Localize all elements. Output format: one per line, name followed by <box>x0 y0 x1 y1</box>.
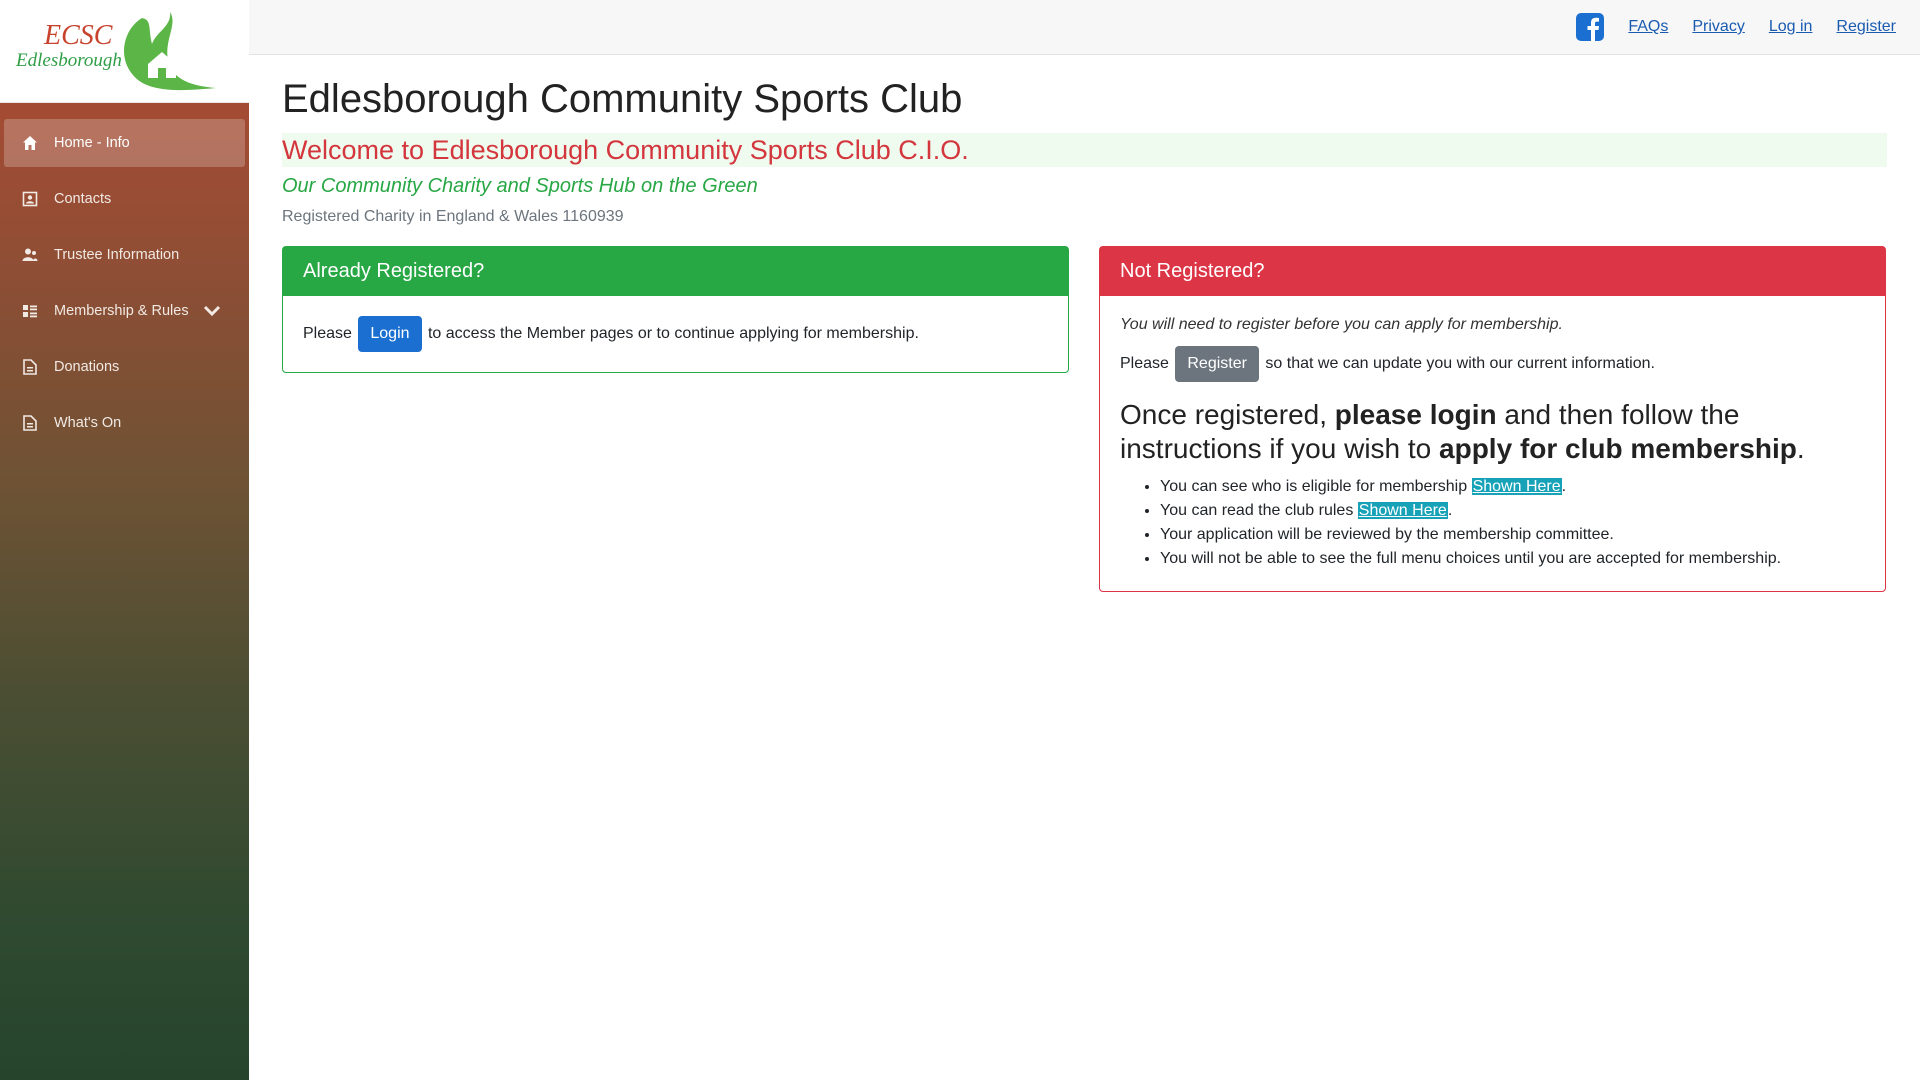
register-button[interactable]: Register <box>1175 346 1259 382</box>
contacts-icon <box>20 189 40 209</box>
text: Please <box>303 325 352 343</box>
facebook-icon[interactable] <box>1576 13 1605 41</box>
document-icon <box>20 413 40 433</box>
sidebar-item-label: Home - Info <box>54 135 130 151</box>
list-item: You will not be able to see the full men… <box>1160 547 1865 571</box>
sidebar-item-trustee[interactable]: Trustee Information <box>4 231 245 279</box>
logo-text-edlesborough: Edlesborough <box>16 50 122 71</box>
sidebar-item-label: Trustee Information <box>54 247 180 263</box>
tagline: Our Community Charity and Sports Hub on … <box>282 175 758 197</box>
text: so that we can update you with our curre… <box>1265 355 1655 373</box>
users-icon <box>20 245 40 265</box>
text: You can see who is eligible for membersh… <box>1160 478 1472 496</box>
register-note: You will need to register before you can… <box>1120 316 1563 333</box>
card-header: Already Registered? <box>283 247 1068 296</box>
sidebar-nav: Home - Info Contacts Trustee Information… <box>0 103 249 447</box>
sidebar-item-membership[interactable]: Membership & Rules <box>4 287 245 335</box>
list-icon <box>20 301 40 321</box>
text-bold: apply for club membership <box>1439 432 1797 464</box>
list-item: Your application will be reviewed by the… <box>1160 523 1865 547</box>
sidebar-item-label: Contacts <box>54 191 112 207</box>
card-header: Not Registered? <box>1100 247 1885 296</box>
page-title: Edlesborough Community Sports Club <box>282 77 963 121</box>
document-icon <box>20 357 40 377</box>
sidebar-item-donations[interactable]: Donations <box>4 343 245 391</box>
register-link[interactable]: Register <box>1836 18 1896 36</box>
text: Please <box>1120 355 1169 373</box>
leaf-house-icon <box>124 12 216 91</box>
logo[interactable]: ECSC Edlesborough <box>0 0 249 103</box>
not-registered-card: Not Registered? You will need to registe… <box>1099 246 1886 593</box>
main-content: Edlesborough Community Sports Club Welco… <box>282 55 1887 593</box>
list-item: You can see who is eligible for membersh… <box>1160 475 1865 499</box>
instructions-heading: Once registered, please login and then f… <box>1120 398 1865 465</box>
login-button[interactable]: Login <box>358 316 422 352</box>
privacy-link[interactable]: Privacy <box>1692 18 1744 36</box>
text: to access the Member pages or to continu… <box>427 325 919 343</box>
register-line: Please Register so that we can update yo… <box>1120 346 1865 382</box>
already-registered-card: Already Registered? Please Login to acce… <box>282 246 1069 373</box>
card-body: You will need to register before you can… <box>1100 296 1885 591</box>
login-link[interactable]: Log in <box>1769 18 1813 36</box>
info-list: You can see who is eligible for membersh… <box>1160 475 1865 571</box>
text: You can read the club rules <box>1160 502 1358 520</box>
text: . <box>1447 502 1453 520</box>
eligibility-link[interactable]: Shown Here <box>1471 478 1562 496</box>
sidebar-item-label: Donations <box>54 359 120 375</box>
list-item: You can read the club rules Shown Here. <box>1160 499 1865 523</box>
sidebar-item-home[interactable]: Home - Info <box>4 119 245 167</box>
top-nav: FAQs Privacy Log in Register <box>249 0 1920 55</box>
club-rules-link[interactable]: Shown Here <box>1357 502 1448 520</box>
text: . <box>1561 478 1567 496</box>
charity-number: Registered Charity in England & Wales 11… <box>282 208 624 225</box>
text: . <box>1796 432 1805 464</box>
text-bold: please login <box>1334 399 1497 430</box>
logo-text-ecsc: ECSC <box>44 20 113 51</box>
text: Once registered, <box>1120 399 1335 430</box>
sidebar: ECSC Edlesborough Home - Info Contacts T… <box>0 0 249 1080</box>
sidebar-item-contacts[interactable]: Contacts <box>4 175 245 223</box>
home-icon <box>20 133 40 153</box>
faqs-link[interactable]: FAQs <box>1628 18 1668 36</box>
sidebar-item-whats-on[interactable]: What's On <box>4 399 245 447</box>
sidebar-item-label: Membership & Rules <box>54 303 189 319</box>
cards-row: Already Registered? Please Login to acce… <box>282 246 1887 593</box>
card-body: Please Login to access the Member pages … <box>283 296 1068 372</box>
sidebar-item-label: What's On <box>54 415 122 431</box>
chevron-down-icon[interactable] <box>203 305 221 317</box>
welcome-banner: Welcome to Edlesborough Community Sports… <box>282 133 1887 167</box>
